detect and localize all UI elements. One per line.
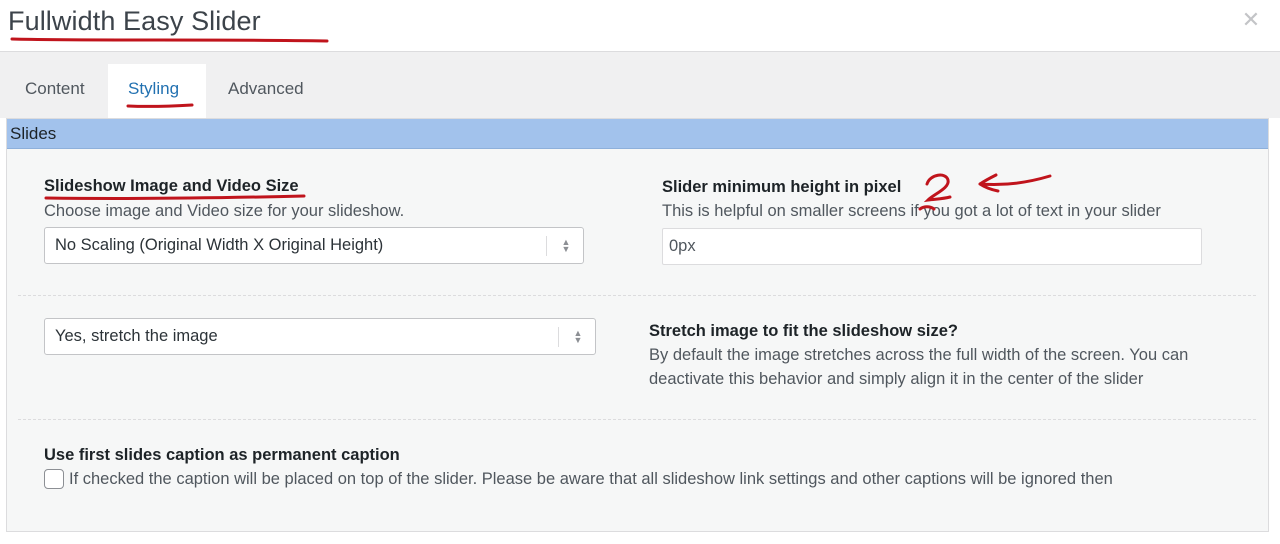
image-size-select[interactable]: No Scaling (Original Width X Original He…	[44, 227, 584, 264]
select-divider	[558, 327, 559, 347]
image-size-description: Choose image and Video size for your sli…	[44, 202, 405, 220]
tab-bar: Content Styling Advanced	[0, 52, 1280, 118]
divider	[18, 419, 1256, 420]
tab-content[interactable]: Content	[5, 64, 105, 118]
stretch-description-line1: By default the image stretches across th…	[649, 346, 1189, 364]
select-divider	[546, 236, 547, 256]
min-height-description: This is helpful on smaller screens if yo…	[662, 202, 1161, 220]
close-icon[interactable]: ✕	[1240, 9, 1262, 31]
section-title: Slides	[10, 124, 57, 143]
select-arrows-icon: ▲ ▼	[561, 236, 571, 254]
caption-description: If checked the caption will be placed on…	[69, 470, 1113, 488]
modal-title: Fullwidth Easy Slider	[8, 6, 261, 36]
stretch-label: Stretch image to fit the slideshow size?	[649, 322, 958, 340]
tab-styling[interactable]: Styling	[108, 64, 206, 118]
select-arrows-icon: ▲ ▼	[573, 327, 583, 345]
min-height-label: Slider minimum height in pixel	[662, 178, 902, 196]
image-size-label: Slideshow Image and Video Size	[44, 177, 299, 195]
modal-header: Fullwidth Easy Slider ✕	[0, 0, 1280, 52]
image-size-selected: No Scaling (Original Width X Original He…	[55, 236, 384, 254]
caption-checkbox[interactable]	[44, 469, 64, 489]
stretch-select[interactable]: Yes, stretch the image ▲ ▼	[44, 318, 596, 355]
stretch-description-line2: deactivate this behavior and simply alig…	[649, 370, 1144, 388]
tab-advanced[interactable]: Advanced	[208, 64, 324, 118]
stretch-selected: Yes, stretch the image	[55, 327, 218, 345]
caption-label: Use first slides caption as permanent ca…	[44, 446, 400, 464]
min-height-input[interactable]: 0px	[662, 228, 1202, 265]
divider	[18, 295, 1256, 296]
section-header: Slides	[7, 119, 1268, 149]
